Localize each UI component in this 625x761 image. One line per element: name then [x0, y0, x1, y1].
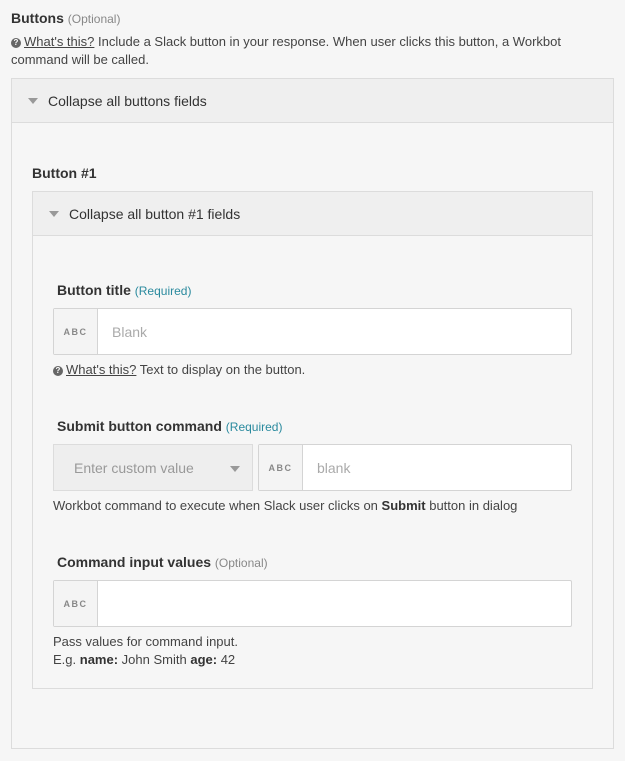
collapse-button-1-bar[interactable]: Collapse all button #1 fields	[33, 192, 592, 236]
example-prefix: E.g.	[53, 652, 77, 667]
button-1-title: Button #1	[32, 165, 97, 181]
command-inputs-help: Pass values for command input. E.g. name…	[53, 633, 238, 669]
button-title-help: ? What's this? Text to display on the but…	[53, 361, 305, 379]
text-type-icon: ABC	[54, 309, 98, 354]
button-title-heading: Button title (Required)	[57, 282, 191, 298]
optional-tag: (Optional)	[214, 556, 268, 570]
command-inputs-example: E.g. name: John Smith age: 42	[53, 651, 238, 669]
question-icon: ?	[11, 38, 21, 48]
text-type-icon: ABC	[54, 581, 98, 626]
text-type-icon: ABC	[259, 445, 303, 490]
command-inputs-field[interactable]: ABC	[53, 580, 572, 627]
submit-help-suffix: button in dialog	[429, 498, 518, 513]
submit-command-label: Submit button command	[57, 418, 222, 434]
chevron-down-icon	[230, 466, 240, 472]
submit-help-bold: Submit	[381, 498, 426, 513]
whats-this-link[interactable]: What's this?	[24, 34, 94, 49]
command-inputs-value	[98, 581, 571, 626]
section-help: ? What's this? Include a Slack button in …	[11, 33, 611, 69]
command-type-value: Enter custom value	[74, 459, 194, 476]
submit-command-heading: Submit button command (Required)	[57, 418, 282, 434]
example-value-age: 42	[220, 652, 236, 667]
example-value-name: John Smith	[121, 652, 187, 667]
button-title-label: Button title	[57, 282, 131, 298]
button-title-placeholder: Blank	[112, 323, 148, 340]
collapse-button-1-label: Collapse all button #1 fields	[69, 205, 241, 222]
submit-command-placeholder: blank	[317, 459, 351, 476]
button-title-input[interactable]: ABC Blank	[53, 308, 572, 355]
collapse-buttons-label: Collapse all buttons fields	[48, 92, 207, 109]
whats-this-link[interactable]: What's this?	[66, 362, 136, 377]
command-inputs-help-line: Pass values for command input.	[53, 634, 238, 649]
command-inputs-label: Command input values	[57, 554, 212, 570]
submit-command-help: Workbot command to execute when Slack us…	[53, 497, 517, 515]
section-heading: Buttons (Optional)	[11, 10, 120, 26]
submit-help-prefix: Workbot command to execute when Slack us…	[53, 498, 378, 513]
submit-command-input[interactable]: ABC blank	[258, 444, 572, 491]
section-help-text: Include a Slack button in your response.…	[11, 34, 561, 67]
command-type-select[interactable]: Enter custom value	[53, 444, 253, 491]
example-key-age: age:	[190, 652, 218, 667]
collapse-buttons-bar[interactable]: Collapse all buttons fields	[12, 79, 613, 123]
button-title-help-text: Text to display on the button.	[139, 362, 306, 377]
required-tag: (Required)	[134, 284, 192, 298]
optional-tag: (Optional)	[67, 12, 121, 26]
chevron-down-icon	[49, 210, 59, 217]
question-icon: ?	[53, 366, 63, 376]
example-key-name: name:	[79, 652, 119, 667]
section-title: Buttons	[11, 10, 64, 26]
required-tag: (Required)	[225, 420, 283, 434]
command-inputs-heading: Command input values (Optional)	[57, 554, 268, 570]
chevron-down-icon	[28, 97, 38, 104]
